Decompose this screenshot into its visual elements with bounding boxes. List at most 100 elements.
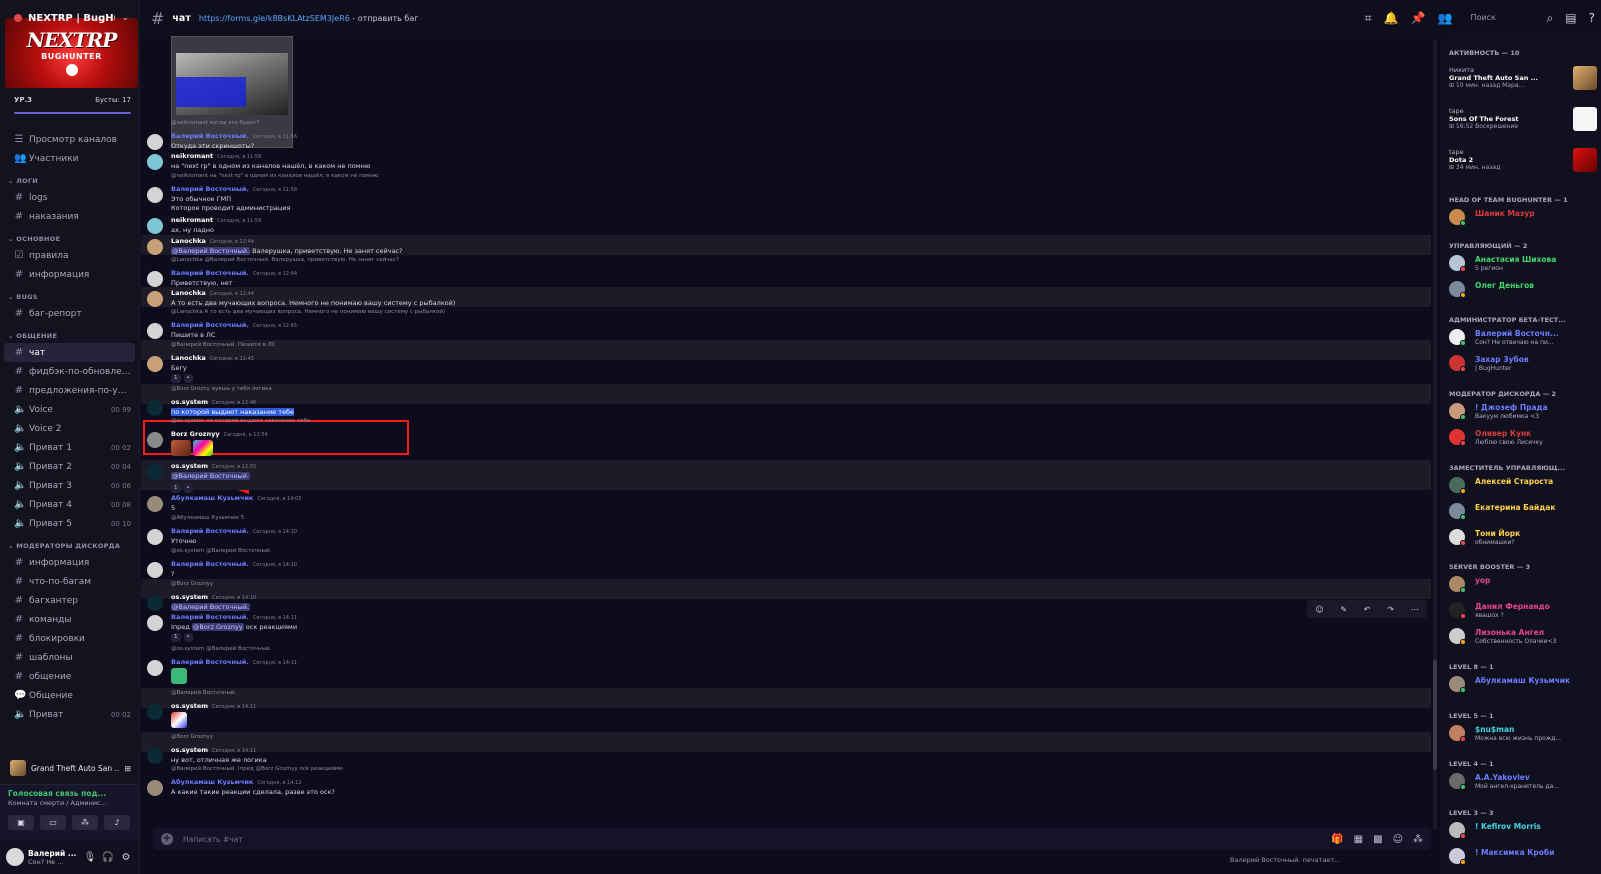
headphones-icon[interactable]: 🎧 <box>101 852 115 863</box>
avatar[interactable] <box>147 291 163 307</box>
message-input[interactable]: Написать #чат <box>183 835 1321 844</box>
channel-voice[interactable]: 🔈 Voice 2 <box>0 419 139 438</box>
activity-card[interactable]: tape Dota 2 ⊞ 34 мин. назад <box>1449 148 1599 172</box>
reply-preview[interactable]: @Абулкамаш Кузьмчик 5 <box>171 515 244 521</box>
message-author[interactable]: Borz Groznyy Сегодня, в 12:54 <box>171 430 268 438</box>
category-header[interactable]: ⌄ ЛОГИ <box>0 168 139 188</box>
reply-preview[interactable]: @os.system @Валерий Восточный. <box>171 646 271 652</box>
members-icon[interactable]: 👥 <box>1438 11 1453 25</box>
screen-share-icon[interactable]: ▭ <box>40 815 66 830</box>
gift-icon[interactable]: 🎁 <box>1331 834 1343 845</box>
threads-icon[interactable]: ⌗ <box>1365 11 1372 26</box>
user-mention[interactable]: @Валерий Восточный. <box>171 247 251 255</box>
message-author[interactable]: os.system Сегодня, в 12:46 <box>171 398 256 406</box>
channel-text[interactable]: # фидбэк-по-обновлениям <box>0 362 139 381</box>
react-icon[interactable]: ☺ <box>1315 605 1323 614</box>
member-item[interactable]: Екатерина Байдак <box>1449 500 1599 522</box>
reaction-chip[interactable]: 1 <box>171 633 181 642</box>
member-item[interactable]: Шаник Мазур <box>1449 206 1599 228</box>
channel-text[interactable]: # чат <box>4 343 135 362</box>
bell-icon[interactable]: 🔔 <box>1384 11 1399 25</box>
channel-text[interactable]: # общение <box>0 667 139 686</box>
activity-game-bar[interactable]: Grand Theft Auto San ... ⊞ <box>0 758 139 778</box>
user-mention[interactable]: @Валерий Восточный. <box>171 603 251 611</box>
reaction-chip[interactable]: • <box>183 374 193 383</box>
server-header[interactable]: NEXTRP | BugHunter ⌄ <box>0 0 139 36</box>
apps-icon[interactable]: ⁂ <box>1413 834 1423 845</box>
message-author[interactable]: Lanochka Сегодня, в 12:44 <box>171 289 254 297</box>
inbox-icon[interactable]: ▤ <box>1565 11 1576 25</box>
message-author[interactable]: Абулкамаш Кузьмчик Сегодня, в 14:05 <box>171 494 302 502</box>
avatar[interactable] <box>147 464 163 480</box>
add-attachment-button[interactable]: + <box>161 833 173 845</box>
message-author[interactable]: Абулкамаш Кузьмчик Сегодня, в 14:12 <box>171 778 302 786</box>
channel-rules[interactable]: ☑ правила <box>0 246 139 265</box>
reaction-chip[interactable]: • <box>183 633 193 642</box>
avatar[interactable] <box>147 187 163 203</box>
reply-preview[interactable]: @Borz Grozny ауешь у тебя логика <box>171 386 272 392</box>
sticker-icon[interactable]: ▩ <box>1373 834 1382 845</box>
channel-text[interactable]: # наказания <box>0 207 139 226</box>
reply-preview[interactable]: @Borz Groznyy <box>171 581 213 587</box>
emoji-icon[interactable]: ☺ <box>1393 834 1403 845</box>
member-item[interactable]: Абулкамаш Кузьмчик <box>1449 673 1599 695</box>
pin-icon[interactable]: 📌 <box>1411 11 1426 25</box>
avatar[interactable] <box>6 848 24 866</box>
soundboard-icon[interactable]: ♪ <box>104 815 130 830</box>
voice-channel[interactable]: Комната смерти / Админис... <box>8 799 131 807</box>
gear-icon[interactable]: ⚙ <box>119 852 133 863</box>
avatar[interactable] <box>147 154 163 170</box>
reply-preview[interactable]: @Lanochka А то есть два мучающих вопроса… <box>171 309 445 315</box>
message-author[interactable]: os.system Сегодня, в 12:55 <box>171 462 256 470</box>
help-icon[interactable]: ? <box>1589 11 1595 25</box>
member-item[interactable]: Оливер Кунк Люблю свою Лисичку <box>1449 426 1599 448</box>
channel-text[interactable]: # что-по-багам <box>0 572 139 591</box>
user-mention[interactable]: @Валерий Восточный. <box>171 472 251 480</box>
avatar[interactable] <box>147 134 163 150</box>
reply-preview[interactable]: @Валерий Восточный. Іпред @Borz Groznyy … <box>171 766 343 772</box>
member-item[interactable]: A.A.Yakovlev Мой ангел-хранитель да... <box>1449 770 1599 792</box>
channel-text[interactable]: # logs <box>0 188 139 207</box>
avatar[interactable] <box>147 562 163 578</box>
reply-preview[interactable]: @os.system @Валерий Восточный. <box>171 548 271 554</box>
avatar[interactable] <box>147 356 163 372</box>
sticker-image[interactable] <box>171 668 187 684</box>
reply-preview[interactable]: @Lanochka @Валерий Восточный. Валерушка,… <box>171 257 399 263</box>
reply-preview[interactable]: @neikromant на "next rp" в одном из кана… <box>171 173 378 179</box>
avatar[interactable] <box>147 748 163 764</box>
message-author[interactable]: os.system Сегодня, в 14:11 <box>171 746 256 754</box>
message-author[interactable]: Валерий Восточный. Сегодня, в 11:58 <box>171 185 297 193</box>
channel-text[interactable]: # баг-репорт <box>0 304 139 323</box>
chat-scrollbar[interactable] <box>1433 40 1437 830</box>
attachment-image[interactable] <box>171 440 191 456</box>
topic-link[interactable]: https://forms.gle/k8BsKLAtzSEM3JeR6 <box>199 14 350 23</box>
member-item[interactable]: Тони Йорк обнимашки? <box>1449 526 1599 548</box>
member-item[interactable]: уор <box>1449 573 1599 595</box>
category-header[interactable]: ⌄ BUGS <box>0 284 139 304</box>
reply-preview[interactable]: @Валерий Восточный. Пишите в ЛС <box>171 342 276 348</box>
controller-icon[interactable]: ⊞ <box>125 764 131 773</box>
member-item[interactable]: Олег Деньгов <box>1449 278 1599 300</box>
message-author[interactable]: Валерий Восточный. Сегодня, в 14:10 <box>171 527 297 535</box>
message-author[interactable]: Валерий Восточный. Сегодня, в 14:10 <box>171 560 297 568</box>
members-link[interactable]: 👥 Участники <box>0 149 139 168</box>
message-author[interactable]: neikromant Сегодня, в 11:58 <box>171 152 261 160</box>
avatar[interactable] <box>147 218 163 234</box>
channel-voice[interactable]: 🔈 Приват 5 00 10 <box>0 514 139 533</box>
channel-forum[interactable]: 💬 Общение <box>0 686 139 705</box>
reply-preview[interactable]: @Borz Groznyy <box>171 734 213 740</box>
chevron-down-icon[interactable]: ⌄ <box>121 13 129 23</box>
member-item[interactable]: Захар Зубов | BugHunter <box>1449 352 1599 374</box>
message-author[interactable]: Валерий Восточный. Сегодня, в 14:11 <box>171 613 297 621</box>
avatar[interactable] <box>147 615 163 631</box>
channel-text[interactable]: # предложения-по-улуч... <box>0 381 139 400</box>
reply-preview[interactable]: @Валерий Восточный. <box>171 690 236 696</box>
channel-voice[interactable]: 🔈 Приват 1 00 02 <box>0 438 139 457</box>
member-item[interactable]: Данил Фернандо явашох ? <box>1449 599 1599 621</box>
member-item[interactable]: $nu$man Можна всю жизнь прожд... <box>1449 722 1599 744</box>
message-author[interactable]: Lanochka Сегодня, в 12:45 <box>171 354 254 362</box>
channel-voice[interactable]: 🔈 Voice 00 99 <box>0 400 139 419</box>
avatar[interactable] <box>147 432 163 448</box>
channel-text[interactable]: # шаблоны <box>0 648 139 667</box>
scroll-thumb[interactable] <box>1433 660 1437 770</box>
